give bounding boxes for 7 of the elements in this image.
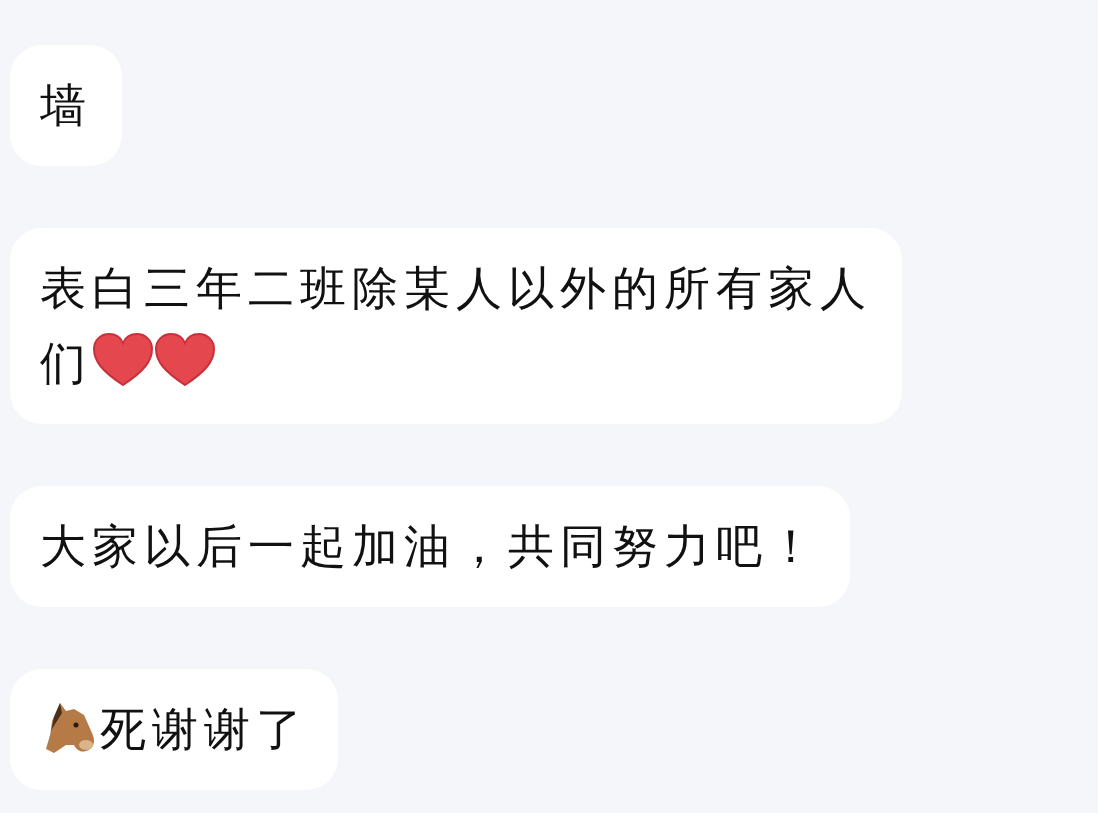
message-text: 大家以后一起加油，共同努力吧！ xyxy=(40,519,820,573)
heart-icon xyxy=(154,333,216,387)
message-text: 表白三年二班除某人以外的所有家人 xyxy=(40,261,872,315)
message-text: 们 xyxy=(40,336,92,390)
heart-icon xyxy=(92,333,154,387)
message-text: 死谢谢了 xyxy=(100,702,308,756)
message-text: 墙 xyxy=(40,78,92,132)
